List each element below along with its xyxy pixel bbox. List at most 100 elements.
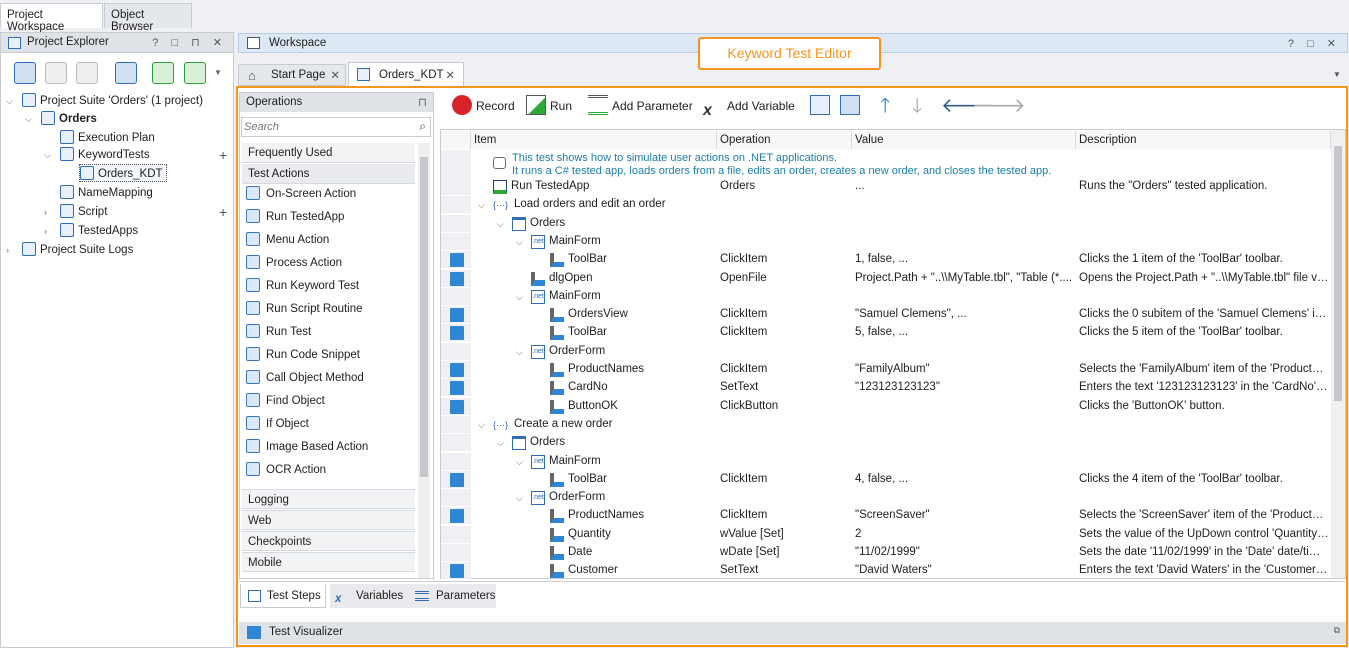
- tab-object-browser[interactable]: Object Browser: [104, 3, 192, 28]
- search-input[interactable]: [244, 120, 409, 134]
- description-cell[interactable]: Clicks the 5 item of the 'ToolBar' toolb…: [1079, 326, 1329, 338]
- description-cell[interactable]: Clicks the 0 subitem of the 'Samuel Clem…: [1079, 308, 1329, 320]
- tree-toggle-icon[interactable]: ›: [44, 226, 47, 236]
- expand-toggle-icon[interactable]: ⌵: [516, 493, 523, 504]
- tree-item-execution-plan[interactable]: Execution Plan: [60, 129, 155, 147]
- move-down-button[interactable]: 🡓: [912, 94, 922, 118]
- screenshot-thumbnail-icon[interactable]: [450, 363, 464, 377]
- record-button[interactable]: Record: [452, 94, 515, 118]
- value-cell[interactable]: "Samuel Clemens", ...: [855, 308, 1075, 320]
- screenshot-thumbnail-icon[interactable]: [450, 326, 464, 340]
- add-item-icon[interactable]: [45, 62, 67, 84]
- table-row[interactable]: dlgOpenOpenFileProject.Path + "..\\MyTab…: [441, 270, 1331, 288]
- description-cell[interactable]: Selects the 'FamilyAlbum' item of the 'P…: [1079, 363, 1329, 375]
- tree-item-orders[interactable]: Orders: [41, 110, 97, 128]
- description-cell[interactable]: Clicks the 1 item of the 'ToolBar' toolb…: [1079, 253, 1329, 265]
- table-row[interactable]: Run TestedAppOrders...Runs the "Orders" …: [441, 178, 1331, 196]
- description-cell[interactable]: Sets the date '11/02/1999' in the 'Date'…: [1079, 546, 1329, 558]
- description-cell[interactable]: Enters the text '123123123123' in the 'C…: [1079, 381, 1329, 393]
- table-row[interactable]: QuantitywValue [Set]2Sets the value of t…: [441, 526, 1331, 544]
- table-row[interactable]: ⌵Orders: [441, 215, 1331, 233]
- value-cell[interactable]: 4, false, ...: [855, 473, 1075, 485]
- description-cell[interactable]: Opens the Project.Path + "..\\MyTable.tb…: [1079, 272, 1329, 284]
- table-row[interactable]: ProductNamesClickItem"FamilyAlbum"Select…: [441, 361, 1331, 379]
- screenshot-thumbnail-icon[interactable]: [450, 400, 464, 414]
- tree-item-project-suite-logs[interactable]: Project Suite Logs: [22, 241, 133, 259]
- screenshot-thumbnail-icon[interactable]: [450, 308, 464, 322]
- operation-item[interactable]: Menu Action: [246, 230, 329, 250]
- tree-toggle-icon[interactable]: ⌵: [44, 150, 51, 161]
- search-icon[interactable]: ⌕: [419, 119, 426, 134]
- table-row[interactable]: ButtonOKClickButtonClicks the 'ButtonOK'…: [441, 398, 1331, 416]
- expand-toggle-icon[interactable]: ⌵: [497, 438, 504, 449]
- run-selected-icon[interactable]: [184, 62, 206, 84]
- table-row[interactable]: ⌵.netOrderForm: [441, 489, 1331, 507]
- column-header-item[interactable]: Item: [471, 131, 717, 149]
- tree-item-script[interactable]: Script: [60, 203, 107, 221]
- tab-parameters[interactable]: Parameters: [410, 584, 496, 608]
- table-row[interactable]: ToolBarClickItem5, false, ...Clicks the …: [441, 324, 1331, 342]
- value-cell[interactable]: Project.Path + "..\\MyTable.tbl", "Table…: [855, 272, 1075, 284]
- restore-icon[interactable]: ⧉: [1334, 625, 1340, 636]
- add-icon[interactable]: +: [219, 204, 227, 220]
- tree-item-testedapps[interactable]: TestedApps: [60, 222, 138, 240]
- tree-item-keywordtests[interactable]: KeywordTests: [60, 146, 150, 164]
- tab-test-steps[interactable]: Test Steps: [240, 584, 326, 608]
- description-cell[interactable]: Enters the text 'David Waters' in the 'C…: [1079, 564, 1329, 576]
- tab-list-dropdown-icon[interactable]: ▼: [1333, 70, 1341, 79]
- column-header-operation[interactable]: Operation: [717, 131, 852, 149]
- expand-toggle-icon[interactable]: ⌵: [516, 347, 523, 358]
- expand-toggle-icon[interactable]: ⌵: [516, 237, 523, 248]
- table-row[interactable]: CustomerSetText"David Waters"Enters the …: [441, 562, 1331, 580]
- tab-variables[interactable]: xVariables: [330, 584, 410, 608]
- value-cell[interactable]: "FamilyAlbum": [855, 363, 1075, 375]
- run-button[interactable]: Run: [526, 94, 572, 118]
- operation-item[interactable]: Run TestedApp: [246, 207, 344, 227]
- operation-item[interactable]: Run Script Routine: [246, 299, 363, 319]
- operation-item[interactable]: Run Test: [246, 322, 311, 342]
- value-cell[interactable]: "David Waters": [855, 564, 1075, 576]
- tab-start-page[interactable]: ⌂ Start Page ✕: [238, 64, 346, 86]
- add-tag-button[interactable]: [840, 94, 864, 118]
- expand-toggle-icon[interactable]: ⌵: [497, 219, 504, 230]
- operations-section[interactable]: Test Actions: [242, 164, 415, 184]
- test-visualizer-bar[interactable]: Test Visualizer ⧉: [239, 622, 1346, 644]
- table-row[interactable]: ProductNamesClickItem"ScreenSaver"Select…: [441, 507, 1331, 525]
- screenshot-thumbnail-icon[interactable]: [450, 253, 464, 267]
- add-variable-button[interactable]: xAdd Variable: [703, 94, 795, 118]
- expand-toggle-icon[interactable]: ⌵: [516, 292, 523, 303]
- tree-item-orders-kdt[interactable]: Orders_KDT: [79, 164, 167, 182]
- operation-item[interactable]: Run Keyword Test: [246, 276, 359, 296]
- operation-item[interactable]: Call Object Method: [246, 368, 364, 388]
- table-row[interactable]: CardNoSetText"123123123123"Enters the te…: [441, 379, 1331, 397]
- scrollbar-thumb[interactable]: [420, 157, 428, 477]
- table-row[interactable]: ⌵{···}Load orders and edit an order: [441, 196, 1331, 214]
- add-parameter-button[interactable]: Add Parameter: [588, 94, 693, 118]
- table-row[interactable]: ⌵.netMainForm: [441, 233, 1331, 251]
- close-icon[interactable]: ✕: [445, 68, 455, 82]
- column-header-description[interactable]: Description: [1076, 131, 1331, 149]
- operations-section[interactable]: Mobile: [242, 552, 415, 572]
- table-row[interactable]: DatewDate [Set]"11/02/1999"Sets the date…: [441, 544, 1331, 562]
- table-row[interactable]: OrdersViewClickItem"Samuel Clemens", ...…: [441, 306, 1331, 324]
- add-project-icon[interactable]: [14, 62, 36, 84]
- tree-toggle-icon[interactable]: ›: [44, 207, 47, 217]
- workspace-header-buttons[interactable]: ? □ ✕: [1288, 37, 1341, 50]
- operation-item[interactable]: OCR Action: [246, 460, 326, 480]
- operations-section[interactable]: Frequently Used: [242, 143, 415, 163]
- screenshot-thumbnail-icon[interactable]: [450, 473, 464, 487]
- chevron-down-icon[interactable]: ▼: [214, 68, 222, 77]
- table-row[interactable]: ⌵.netMainForm: [441, 453, 1331, 471]
- operation-item[interactable]: If Object: [246, 414, 309, 434]
- description-cell[interactable]: Runs the "Orders" tested application.: [1079, 180, 1329, 192]
- value-cell[interactable]: 1, false, ...: [855, 253, 1075, 265]
- grid-scrollbar[interactable]: [1331, 130, 1345, 578]
- description-cell[interactable]: Clicks the 'ButtonOK' button.: [1079, 400, 1329, 412]
- add-icon[interactable]: +: [219, 147, 227, 163]
- table-row[interactable]: ToolBarClickItem4, false, ...Clicks the …: [441, 471, 1331, 489]
- operation-item[interactable]: On-Screen Action: [246, 184, 356, 204]
- operations-section[interactable]: Web: [242, 510, 415, 530]
- screenshot-thumbnail-icon[interactable]: [450, 509, 464, 523]
- operation-item[interactable]: Process Action: [246, 253, 342, 273]
- tree-item-namemapping[interactable]: NameMapping: [60, 184, 153, 202]
